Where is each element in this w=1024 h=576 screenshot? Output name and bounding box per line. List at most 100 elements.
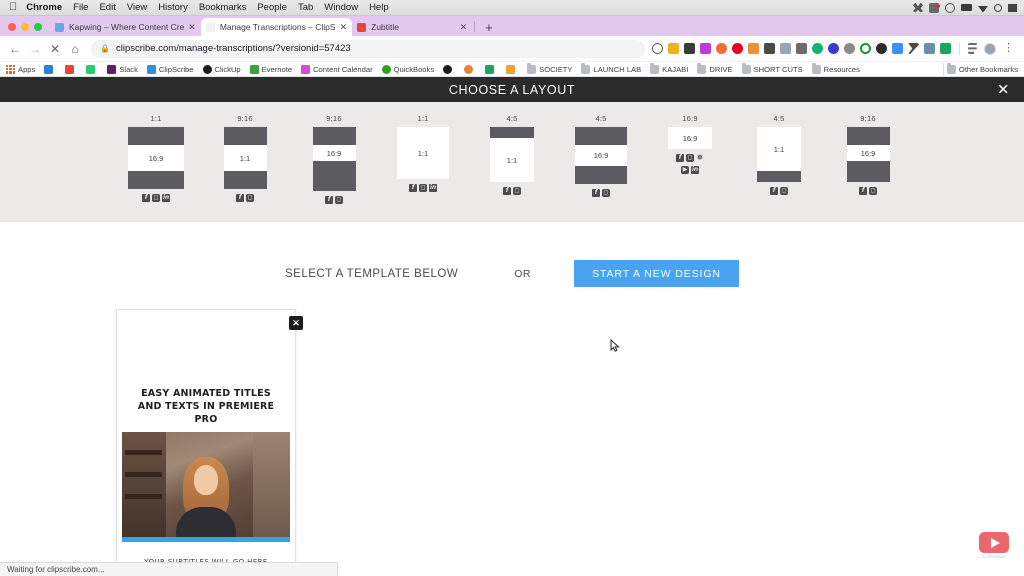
dropbox-icon[interactable]: [913, 2, 923, 13]
new-tab-button[interactable]: +: [477, 21, 501, 36]
control-center-icon[interactable]: [1008, 3, 1017, 12]
extension-pinterest-icon[interactable]: [732, 43, 743, 54]
spotlight-search-icon[interactable]: [994, 3, 1002, 12]
extension-green-circle-icon[interactable]: [812, 43, 823, 54]
close-icon[interactable]: ✕: [289, 316, 303, 330]
avatar-icon[interactable]: [984, 42, 996, 55]
sheets-icon: [485, 64, 495, 74]
extension-green-square-icon[interactable]: [940, 43, 951, 54]
playlist-icon[interactable]: [968, 43, 977, 54]
extension-analytics-icon[interactable]: [748, 43, 759, 54]
bookmark-item-5[interactable]: [464, 64, 476, 74]
bookmark-apps[interactable]: Apps: [6, 64, 35, 74]
menu-item-window[interactable]: Window: [324, 2, 358, 13]
youtube-badge[interactable]: CLIPSCRIBE: [978, 532, 1010, 560]
bookmark-item-4[interactable]: [443, 64, 455, 74]
extension-edit-pen-icon[interactable]: [892, 43, 903, 54]
menu-item-help[interactable]: Help: [369, 2, 389, 13]
bookmark-item-slack[interactable]: Slack: [107, 64, 138, 74]
close-icon[interactable]: ✕: [188, 22, 196, 33]
extension-gray-globe-icon[interactable]: [844, 43, 855, 54]
bookmark-item-clickup[interactable]: ClickUp: [202, 64, 241, 74]
layout-option-3-selected[interactable]: 1:1 1:1 f ◻ in: [395, 114, 451, 192]
bookmark-item-content-calendar[interactable]: Content Calendar: [301, 64, 373, 74]
apple-icon[interactable]: : [9, 2, 17, 13]
wifi-icon[interactable]: [978, 6, 988, 13]
extension-notes-icon[interactable]: [668, 43, 679, 54]
close-icon[interactable]: ✕: [460, 22, 468, 33]
bookmark-folder-other[interactable]: Other Bookmarks: [946, 63, 1018, 74]
menu-item-history[interactable]: History: [158, 2, 188, 13]
layout-option-7[interactable]: 4:5 1:1 f ◻: [751, 114, 807, 195]
bookmark-item-3[interactable]: [86, 64, 98, 74]
start-new-design-button[interactable]: START A NEW DESIGN: [573, 260, 739, 287]
bookmark-item-2[interactable]: [65, 64, 77, 74]
extension-colorpicker-icon[interactable]: [764, 43, 775, 54]
clock-icon[interactable]: [945, 2, 955, 13]
extension-layout-icon[interactable]: [780, 43, 791, 54]
layout-option-4[interactable]: 4:5 1:1 f ◻: [484, 114, 540, 195]
close-icon[interactable]: ✕: [997, 82, 1010, 97]
layout-thumbnail[interactable]: 16:9: [668, 127, 712, 149]
forward-arrow-icon[interactable]: →: [26, 40, 44, 58]
bookmark-item-sheets[interactable]: [485, 64, 497, 74]
kebab-menu-icon[interactable]: ⋮: [1001, 43, 1016, 54]
layout-thumbnail[interactable]: 16:9: [312, 127, 356, 191]
menu-item-tab[interactable]: Tab: [298, 2, 313, 13]
bookmark-folder-drive[interactable]: DRIVE: [697, 63, 733, 74]
battery-icon[interactable]: [961, 4, 972, 11]
layout-option-0[interactable]: 1:1 16:9 f ◻ in: [128, 114, 184, 202]
browser-tab-kapwing[interactable]: Kapwing – Where Content Cre ✕: [50, 18, 201, 36]
layout-thumbnail[interactable]: 16:9: [575, 127, 627, 184]
layout-option-8[interactable]: 9:16 16:9 f ◻: [840, 114, 896, 195]
extension-blue-gem-icon[interactable]: [828, 43, 839, 54]
extension-dark-circle-icon[interactable]: [876, 43, 887, 54]
browser-tab-zubtitle[interactable]: Zubtitle ✕: [352, 18, 472, 36]
browser-tab-manage-transcriptions[interactable]: Manage Transcriptions – ClipS ✕: [200, 18, 353, 36]
minimize-window-button[interactable]: [21, 23, 29, 31]
menu-item-file[interactable]: File: [73, 2, 88, 13]
extension-loom-icon[interactable]: [716, 43, 727, 54]
extension-key-icon[interactable]: [924, 43, 935, 54]
layout-thumbnail[interactable]: 1:1: [757, 127, 801, 182]
menu-item-bookmarks[interactable]: Bookmarks: [199, 2, 247, 13]
maximize-window-button[interactable]: [34, 23, 42, 31]
bookmark-folder-launch-lab[interactable]: LAUNCH LAB: [581, 63, 641, 74]
extension-green-ring-icon[interactable]: [860, 43, 871, 54]
menu-item-people[interactable]: People: [257, 2, 287, 13]
stop-loading-icon[interactable]: ✕: [46, 40, 64, 58]
layout-thumbnail[interactable]: 1:1: [397, 127, 449, 179]
layout-thumbnail[interactable]: 1:1: [223, 127, 267, 189]
extension-info-icon[interactable]: [652, 43, 663, 54]
bookmark-folder-society[interactable]: SOCIETY: [527, 63, 572, 74]
template-card[interactable]: ✕ EASY ANIMATED TITLES AND TEXTS IN PREM…: [116, 309, 303, 569]
extension-lastpass-icon[interactable]: [700, 43, 711, 54]
menu-item-edit[interactable]: Edit: [99, 2, 115, 13]
bookmark-item-clipscribe[interactable]: ClipScribe: [146, 64, 194, 74]
layout-thumbnail[interactable]: 1:1: [490, 127, 534, 182]
bookmark-item-evernote[interactable]: Evernote: [249, 64, 292, 74]
layout-thumbnail[interactable]: 16:9: [846, 127, 890, 182]
home-icon[interactable]: ⌂: [66, 40, 84, 58]
layout-option-5[interactable]: 4:5 16:9 f ◻: [573, 114, 629, 197]
bookmark-item-1[interactable]: [44, 64, 56, 74]
bookmark-folder-short-cuts[interactable]: SHORT CUTS: [741, 63, 803, 74]
layout-option-1[interactable]: 9:16 1:1 f ◻: [217, 114, 273, 202]
layout-option-2[interactable]: 9:16 16:9 f ◻: [306, 114, 362, 204]
extension-screenshot-icon[interactable]: [796, 43, 807, 54]
bookmark-folder-kajabi[interactable]: KAJABI: [650, 63, 688, 74]
close-icon[interactable]: ✕: [340, 22, 348, 33]
layout-thumbnail[interactable]: 16:9: [128, 127, 184, 189]
extension-grammarly-icon[interactable]: [684, 43, 695, 54]
address-bar[interactable]: 🔒 clipscribe.com/manage-transcriptions/?…: [91, 39, 645, 58]
layout-option-6[interactable]: 16:9 16:9 f ◻ ❅ ▶ in: [662, 114, 718, 174]
close-window-button[interactable]: [8, 23, 16, 31]
screen-recorder-icon[interactable]: [929, 2, 940, 13]
extension-scissors-icon[interactable]: [908, 43, 919, 54]
bookmark-folder-resources[interactable]: Resources: [811, 63, 860, 74]
menu-item-chrome[interactable]: Chrome: [26, 2, 62, 13]
bookmark-item-6[interactable]: [506, 64, 518, 74]
menu-item-view[interactable]: View: [127, 2, 147, 13]
back-arrow-icon[interactable]: ←: [6, 40, 24, 58]
bookmark-item-quickbooks[interactable]: QuickBooks: [381, 64, 434, 74]
